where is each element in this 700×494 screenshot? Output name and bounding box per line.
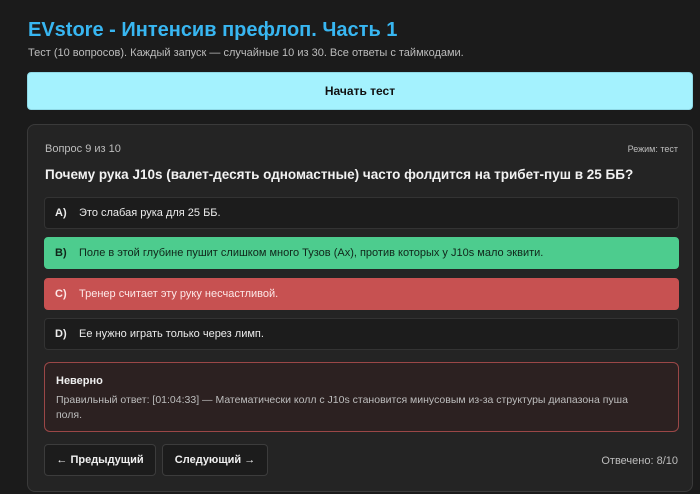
page: EVstore - Интенсив префлоп. Часть 1 Тест… [0, 0, 700, 494]
mode-label: Режим: тест [627, 144, 678, 154]
option-text: Это слабая рука для 25 ББ. [79, 207, 221, 219]
feedback-box: Неверно Правильный ответ: [01:04:33] — М… [44, 362, 679, 432]
quiz-card: Вопрос 9 из 10 Режим: тест Почему рука J… [27, 124, 693, 492]
next-button[interactable]: Следующий → [162, 444, 268, 476]
previous-button[interactable]: ← Предыдущий [44, 444, 156, 476]
option-letter: B) [55, 247, 67, 259]
option-text: Тренер считает эту руку несчастливой. [79, 288, 279, 300]
answer-option-c[interactable]: C) Тренер считает эту руку несчастливой. [44, 278, 679, 310]
page-subtitle: Тест (10 вопросов). Каждый запуск — случ… [28, 47, 464, 59]
answer-option-a[interactable]: A) Это слабая рука для 25 ББ. [44, 197, 679, 229]
feedback-text: Правильный ответ: [01:04:33] — Математич… [56, 394, 628, 421]
option-letter: D) [55, 328, 67, 340]
page-title: EVstore - Интенсив префлоп. Часть 1 [28, 19, 398, 41]
question-counter: Вопрос 9 из 10 [45, 143, 121, 155]
feedback-title: Неверно [56, 375, 103, 387]
answer-option-b[interactable]: B) Поле в этой глубине пушит слишком мно… [44, 237, 679, 269]
start-test-button[interactable]: Начать тест [27, 72, 693, 110]
answer-option-d[interactable]: D) Ее нужно играть только через лимп. [44, 318, 679, 350]
option-text: Ее нужно играть только через лимп. [79, 328, 264, 340]
option-letter: A) [55, 207, 67, 219]
answered-count: Отвечено: 8/10 [601, 455, 678, 467]
option-text: Поле в этой глубине пушит слишком много … [79, 247, 544, 259]
option-letter: C) [55, 288, 67, 300]
question-text: Почему рука J10s (валет-десять одномастн… [45, 167, 634, 182]
